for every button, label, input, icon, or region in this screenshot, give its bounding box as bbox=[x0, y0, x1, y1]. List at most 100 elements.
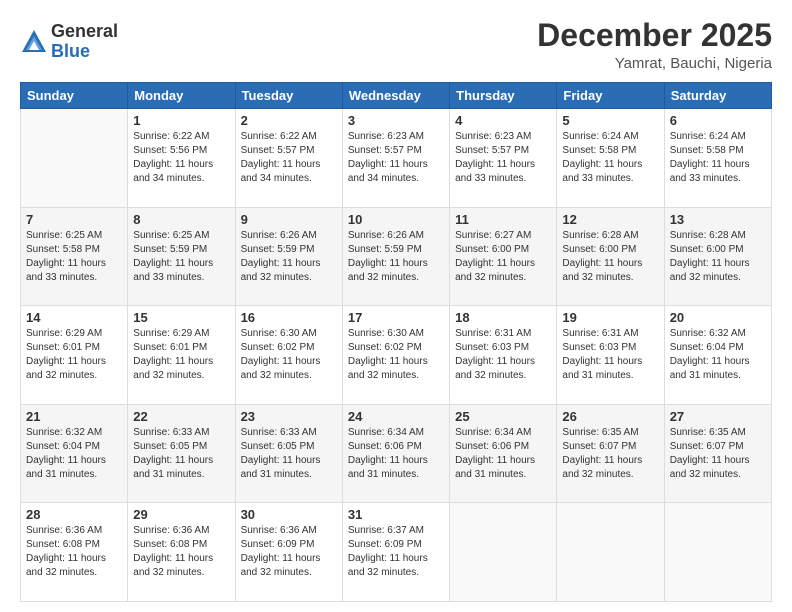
calendar-header-row: Sunday Monday Tuesday Wednesday Thursday… bbox=[21, 83, 772, 109]
table-row: 17Sunrise: 6:30 AMSunset: 6:02 PMDayligh… bbox=[342, 306, 449, 405]
table-row: 13 Sunrise: 6:28 AMSunset: 6:00 PMDayligh… bbox=[664, 207, 771, 306]
day-number: 8 bbox=[133, 212, 229, 227]
cell-info: Sunrise: 6:24 AMSunset: 5:58 PMDaylight:… bbox=[670, 130, 766, 186]
day-number: 3 bbox=[348, 113, 444, 128]
table-row: 31 Sunrise: 6:37 AMSunset: 6:09 PMDayligh… bbox=[342, 503, 449, 602]
cell-info: Sunrise: 6:36 AMSunset: 6:09 PMDaylight:… bbox=[241, 524, 337, 580]
day-number: 21 bbox=[26, 409, 122, 424]
day-number: 16 bbox=[241, 310, 337, 325]
calendar-table: Sunday Monday Tuesday Wednesday Thursday… bbox=[20, 82, 772, 602]
table-row: 23 Sunrise: 6:33 AMSunset: 6:05 PMDayligh… bbox=[235, 404, 342, 503]
table-row: 1 Sunrise: 6:22 AMSunset: 5:56 PMDaylight… bbox=[128, 109, 235, 208]
table-row: 3 Sunrise: 6:23 AMSunset: 5:57 PMDaylight… bbox=[342, 109, 449, 208]
month-title: December 2025 bbox=[537, 18, 772, 53]
logo-blue-text: Blue bbox=[51, 42, 118, 62]
cell-info: Sunrise: 6:33 AMSunset: 6:05 PMDaylight:… bbox=[241, 426, 337, 482]
day-number: 25 bbox=[455, 409, 551, 424]
day-number: 29 bbox=[133, 507, 229, 522]
table-row: 25 Sunrise: 6:34 AMSunset: 6:06 PMDayligh… bbox=[450, 404, 557, 503]
day-number: 1 bbox=[133, 113, 229, 128]
cell-info: Sunrise: 6:32 AMSunset: 6:04 PMDaylight:… bbox=[670, 327, 766, 383]
day-number: 4 bbox=[455, 113, 551, 128]
day-number: 15 bbox=[133, 310, 229, 325]
cell-info: Sunrise: 6:28 AMSunset: 6:00 PMDaylight:… bbox=[670, 229, 766, 285]
cell-info: Sunrise: 6:27 AMSunset: 6:00 PMDaylight:… bbox=[455, 229, 551, 285]
table-row: 6 Sunrise: 6:24 AMSunset: 5:58 PMDaylight… bbox=[664, 109, 771, 208]
cell-info: Sunrise: 6:35 AMSunset: 6:07 PMDaylight:… bbox=[562, 426, 658, 482]
day-number: 2 bbox=[241, 113, 337, 128]
cell-info: Sunrise: 6:31 AMSunset: 6:03 PMDaylight:… bbox=[455, 327, 551, 383]
day-number: 12 bbox=[562, 212, 658, 227]
table-row: 10 Sunrise: 6:26 AMSunset: 5:59 PMDayligh… bbox=[342, 207, 449, 306]
table-row: 12 Sunrise: 6:28 AMSunset: 6:00 PMDayligh… bbox=[557, 207, 664, 306]
col-tuesday: Tuesday bbox=[235, 83, 342, 109]
table-row: 7 Sunrise: 6:25 AMSunset: 5:58 PMDaylight… bbox=[21, 207, 128, 306]
day-number: 23 bbox=[241, 409, 337, 424]
day-number: 11 bbox=[455, 212, 551, 227]
table-row: 16 Sunrise: 6:30 AMSunset: 6:02 PMDayligh… bbox=[235, 306, 342, 405]
day-number: 28 bbox=[26, 507, 122, 522]
day-number: 13 bbox=[670, 212, 766, 227]
calendar-row-2: 7 Sunrise: 6:25 AMSunset: 5:58 PMDaylight… bbox=[21, 207, 772, 306]
table-row: 15Sunrise: 6:29 AMSunset: 6:01 PMDayligh… bbox=[128, 306, 235, 405]
day-number: 6 bbox=[670, 113, 766, 128]
logo-icon bbox=[20, 28, 48, 56]
col-wednesday: Wednesday bbox=[342, 83, 449, 109]
cell-info: Sunrise: 6:23 AMSunset: 5:57 PMDaylight:… bbox=[455, 130, 551, 186]
cell-info: Sunrise: 6:22 AMSunset: 5:56 PMDaylight:… bbox=[133, 130, 229, 186]
table-row: 4 Sunrise: 6:23 AMSunset: 5:57 PMDaylight… bbox=[450, 109, 557, 208]
cell-info: Sunrise: 6:36 AMSunset: 6:08 PMDaylight:… bbox=[133, 524, 229, 580]
table-row: 26 Sunrise: 6:35 AMSunset: 6:07 PMDayligh… bbox=[557, 404, 664, 503]
cell-info: Sunrise: 6:34 AMSunset: 6:06 PMDaylight:… bbox=[455, 426, 551, 482]
table-row: 27 Sunrise: 6:35 AMSunset: 6:07 PMDayligh… bbox=[664, 404, 771, 503]
table-row: 24 Sunrise: 6:34 AMSunset: 6:06 PMDayligh… bbox=[342, 404, 449, 503]
logo-general-text: General bbox=[51, 22, 118, 42]
cell-info: Sunrise: 6:32 AMSunset: 6:04 PMDaylight:… bbox=[26, 426, 122, 482]
calendar-row-3: 14Sunrise: 6:29 AMSunset: 6:01 PMDayligh… bbox=[21, 306, 772, 405]
table-row: 29 Sunrise: 6:36 AMSunset: 6:08 PMDayligh… bbox=[128, 503, 235, 602]
day-number: 27 bbox=[670, 409, 766, 424]
cell-info: Sunrise: 6:26 AMSunset: 5:59 PMDaylight:… bbox=[241, 229, 337, 285]
logo-text: General Blue bbox=[51, 22, 118, 62]
table-row bbox=[21, 109, 128, 208]
logo: General Blue bbox=[20, 22, 118, 62]
table-row: 19 Sunrise: 6:31 AMSunset: 6:03 PMDayligh… bbox=[557, 306, 664, 405]
day-number: 10 bbox=[348, 212, 444, 227]
cell-info: Sunrise: 6:30 AMSunset: 6:02 PMDaylight:… bbox=[241, 327, 337, 383]
day-number: 22 bbox=[133, 409, 229, 424]
cell-info: Sunrise: 6:33 AMSunset: 6:05 PMDaylight:… bbox=[133, 426, 229, 482]
page: General Blue December 2025 Yamrat, Bauch… bbox=[0, 0, 792, 612]
table-row: 20 Sunrise: 6:32 AMSunset: 6:04 PMDayligh… bbox=[664, 306, 771, 405]
table-row bbox=[450, 503, 557, 602]
cell-info: Sunrise: 6:36 AMSunset: 6:08 PMDaylight:… bbox=[26, 524, 122, 580]
cell-info: Sunrise: 6:35 AMSunset: 6:07 PMDaylight:… bbox=[670, 426, 766, 482]
day-number: 14 bbox=[26, 310, 122, 325]
table-row: 30Sunrise: 6:36 AMSunset: 6:09 PMDayligh… bbox=[235, 503, 342, 602]
table-row: 21 Sunrise: 6:32 AMSunset: 6:04 PMDayligh… bbox=[21, 404, 128, 503]
cell-info: Sunrise: 6:24 AMSunset: 5:58 PMDaylight:… bbox=[562, 130, 658, 186]
cell-info: Sunrise: 6:34 AMSunset: 6:06 PMDaylight:… bbox=[348, 426, 444, 482]
cell-info: Sunrise: 6:30 AMSunset: 6:02 PMDaylight:… bbox=[348, 327, 444, 383]
col-monday: Monday bbox=[128, 83, 235, 109]
table-row: 5 Sunrise: 6:24 AMSunset: 5:58 PMDaylight… bbox=[557, 109, 664, 208]
cell-info: Sunrise: 6:23 AMSunset: 5:57 PMDaylight:… bbox=[348, 130, 444, 186]
title-block: December 2025 Yamrat, Bauchi, Nigeria bbox=[537, 18, 772, 72]
cell-info: Sunrise: 6:25 AMSunset: 5:59 PMDaylight:… bbox=[133, 229, 229, 285]
cell-info: Sunrise: 6:28 AMSunset: 6:00 PMDaylight:… bbox=[562, 229, 658, 285]
day-number: 31 bbox=[348, 507, 444, 522]
table-row: 9Sunrise: 6:26 AMSunset: 5:59 PMDaylight… bbox=[235, 207, 342, 306]
day-number: 24 bbox=[348, 409, 444, 424]
table-row: 11 Sunrise: 6:27 AMSunset: 6:00 PMDayligh… bbox=[450, 207, 557, 306]
calendar-row-4: 21 Sunrise: 6:32 AMSunset: 6:04 PMDayligh… bbox=[21, 404, 772, 503]
day-number: 7 bbox=[26, 212, 122, 227]
day-number: 26 bbox=[562, 409, 658, 424]
day-number: 20 bbox=[670, 310, 766, 325]
cell-info: Sunrise: 6:26 AMSunset: 5:59 PMDaylight:… bbox=[348, 229, 444, 285]
cell-info: Sunrise: 6:25 AMSunset: 5:58 PMDaylight:… bbox=[26, 229, 122, 285]
calendar-row-5: 28 Sunrise: 6:36 AMSunset: 6:08 PMDayligh… bbox=[21, 503, 772, 602]
cell-info: Sunrise: 6:31 AMSunset: 6:03 PMDaylight:… bbox=[562, 327, 658, 383]
day-number: 19 bbox=[562, 310, 658, 325]
day-number: 5 bbox=[562, 113, 658, 128]
cell-info: Sunrise: 6:22 AMSunset: 5:57 PMDaylight:… bbox=[241, 130, 337, 186]
cell-info: Sunrise: 6:37 AMSunset: 6:09 PMDaylight:… bbox=[348, 524, 444, 580]
